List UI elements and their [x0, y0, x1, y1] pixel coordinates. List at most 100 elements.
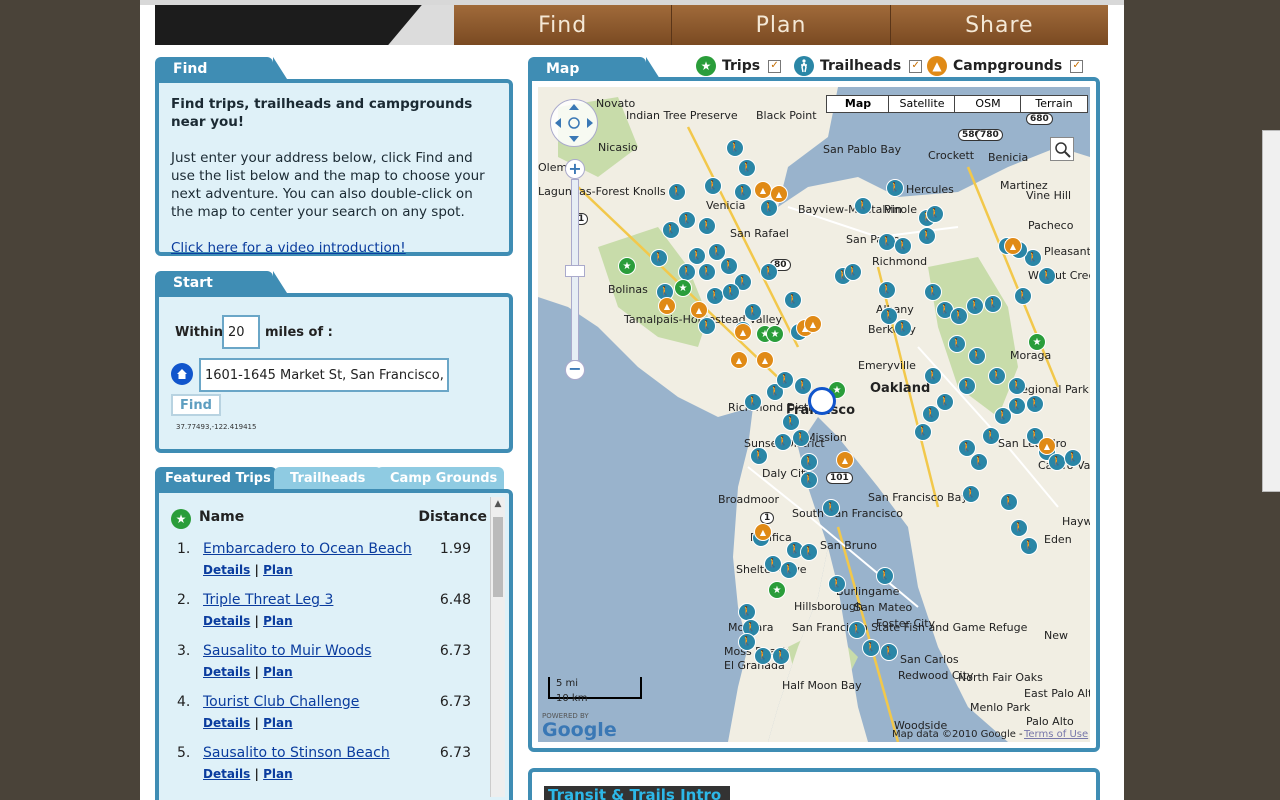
trailhead-marker-icon[interactable]: 🚶 — [1014, 287, 1032, 305]
trailhead-marker-icon[interactable]: 🚶 — [784, 291, 802, 309]
trailhead-marker-icon[interactable]: 🚶 — [698, 263, 716, 281]
trip-marker-icon[interactable]: ★ — [1028, 333, 1046, 351]
trailhead-marker-icon[interactable]: 🚶 — [1064, 449, 1082, 467]
trailhead-marker-icon[interactable]: 🚶 — [876, 567, 894, 585]
trailhead-marker-icon[interactable]: 🚶 — [668, 183, 686, 201]
legend-campgrounds[interactable]: ▲ Campgrounds ✓ — [927, 56, 1084, 76]
trailhead-marker-icon[interactable]: 🚶 — [688, 247, 706, 265]
maptype-map-button[interactable]: Map — [826, 95, 890, 113]
trailhead-marker-icon[interactable]: 🚶 — [1008, 397, 1026, 415]
trailhead-marker-icon[interactable]: 🚶 — [1008, 377, 1026, 395]
pan-control[interactable] — [550, 99, 598, 147]
trailhead-marker-icon[interactable]: 🚶 — [744, 303, 762, 321]
campground-marker-icon[interactable]: ▲ — [770, 185, 788, 203]
trip-name-link[interactable]: Sausalito to Muir Woods — [203, 643, 371, 659]
terms-link[interactable]: Terms of Use — [1024, 729, 1088, 740]
trailhead-marker-icon[interactable]: 🚶 — [984, 295, 1002, 313]
trailhead-marker-icon[interactable]: 🚶 — [754, 647, 772, 665]
campground-marker-icon[interactable]: ▲ — [756, 351, 774, 369]
trailhead-marker-icon[interactable]: 🚶 — [774, 433, 792, 451]
trailhead-marker-icon[interactable]: 🚶 — [772, 647, 790, 665]
trailhead-marker-icon[interactable]: 🚶 — [950, 307, 968, 325]
trailhead-marker-icon[interactable]: 🚶 — [922, 405, 940, 423]
campground-marker-icon[interactable]: ▲ — [754, 181, 772, 199]
trailhead-marker-icon[interactable]: 🚶 — [726, 139, 744, 157]
trip-name-link[interactable]: Triple Threat Leg 3 — [203, 592, 333, 608]
scroll-thumb[interactable] — [493, 517, 503, 597]
trailhead-marker-icon[interactable]: 🚶 — [894, 319, 912, 337]
trailhead-marker-icon[interactable]: 🚶 — [1010, 519, 1028, 537]
trailhead-marker-icon[interactable]: 🚶 — [800, 471, 818, 489]
trailhead-marker-icon[interactable]: 🚶 — [962, 485, 980, 503]
trip-details-link[interactable]: Details — [203, 716, 250, 730]
campgrounds-checkbox[interactable]: ✓ — [1070, 59, 1084, 73]
trip-plan-link[interactable]: Plan — [263, 716, 293, 730]
trailhead-marker-icon[interactable]: 🚶 — [936, 393, 954, 411]
trailhead-marker-icon[interactable]: 🚶 — [924, 367, 942, 385]
trips-checkbox[interactable]: ✓ — [768, 59, 782, 73]
zoom-out-button[interactable]: − — [565, 360, 585, 380]
trailhead-marker-icon[interactable]: 🚶 — [678, 211, 696, 229]
trailhead-marker-icon[interactable]: 🚶 — [878, 281, 896, 299]
trailhead-marker-icon[interactable]: 🚶 — [948, 335, 966, 353]
trip-name-link[interactable]: Embarcadero to Ocean Beach — [203, 541, 412, 557]
campground-marker-icon[interactable]: ▲ — [658, 297, 676, 315]
trip-marker-icon[interactable]: ★ — [766, 325, 784, 343]
trailhead-marker-icon[interactable]: 🚶 — [698, 317, 716, 335]
trailhead-marker-icon[interactable]: 🚶 — [862, 639, 880, 657]
trailhead-marker-icon[interactable]: 🚶 — [988, 367, 1006, 385]
trailhead-marker-icon[interactable]: 🚶 — [662, 221, 680, 239]
maptype-satellite-button[interactable]: Satellite — [888, 95, 956, 113]
nav-share[interactable]: Share — [889, 5, 1108, 45]
nav-plan[interactable]: Plan — [671, 5, 889, 45]
trip-marker-icon[interactable]: ★ — [768, 581, 786, 599]
zoom-slider-thumb[interactable] — [565, 265, 585, 277]
trailhead-marker-icon[interactable]: 🚶 — [722, 283, 740, 301]
trailhead-marker-icon[interactable]: 🚶 — [918, 227, 936, 245]
trailhead-marker-icon[interactable]: 🚶 — [822, 499, 840, 517]
trailhead-marker-icon[interactable]: 🚶 — [878, 233, 896, 251]
legend-trips[interactable]: ★ Trips ✓ — [696, 56, 782, 76]
trailhead-marker-icon[interactable]: 🚶 — [970, 453, 988, 471]
miles-input[interactable] — [222, 315, 260, 349]
trailhead-marker-icon[interactable]: 🚶 — [1020, 537, 1038, 555]
trailhead-marker-icon[interactable]: 🚶 — [780, 561, 798, 579]
trailhead-marker-icon[interactable]: 🚶 — [894, 237, 912, 255]
trailhead-marker-icon[interactable]: 🚶 — [886, 179, 904, 197]
trip-plan-link[interactable]: Plan — [263, 614, 293, 628]
trailhead-marker-icon[interactable]: 🚶 — [982, 427, 1000, 445]
maptype-osm-button[interactable]: OSM — [954, 95, 1022, 113]
trailhead-marker-icon[interactable]: 🚶 — [750, 447, 768, 465]
tab-trailheads[interactable]: Trailheads — [274, 467, 382, 489]
campground-marker-icon[interactable]: ▲ — [1038, 437, 1056, 455]
trip-plan-link[interactable]: Plan — [263, 665, 293, 679]
trailhead-marker-icon[interactable]: 🚶 — [828, 575, 846, 593]
trips-scrollbar[interactable]: ▲ — [490, 497, 505, 797]
campground-marker-icon[interactable]: ▲ — [730, 351, 748, 369]
trailhead-marker-icon[interactable]: 🚶 — [924, 283, 942, 301]
trailhead-marker-icon[interactable]: 🚶 — [848, 621, 866, 639]
trailhead-marker-icon[interactable]: 🚶 — [744, 393, 762, 411]
trailhead-marker-icon[interactable]: 🚶 — [926, 205, 944, 223]
trip-plan-link[interactable]: Plan — [263, 563, 293, 577]
trailhead-marker-icon[interactable]: 🚶 — [720, 257, 738, 275]
nav-find[interactable]: Find — [454, 5, 671, 45]
trailhead-marker-icon[interactable]: 🚶 — [734, 183, 752, 201]
trip-details-link[interactable]: Details — [203, 767, 250, 781]
campground-marker-icon[interactable]: ▲ — [690, 301, 708, 319]
campground-marker-icon[interactable]: ▲ — [804, 315, 822, 333]
trailheads-checkbox[interactable]: ✓ — [909, 59, 923, 73]
trailhead-marker-icon[interactable]: 🚶 — [968, 347, 986, 365]
trip-details-link[interactable]: Details — [203, 614, 250, 628]
trailhead-marker-icon[interactable]: 🚶 — [776, 371, 794, 389]
trailhead-marker-icon[interactable]: 🚶 — [738, 603, 756, 621]
trip-name-link[interactable]: Tourist Club Challenge — [203, 694, 359, 710]
address-input[interactable] — [199, 358, 449, 392]
trip-name-link[interactable]: Sausalito to Stinson Beach — [203, 745, 390, 761]
trip-plan-link[interactable]: Plan — [263, 767, 293, 781]
trip-marker-icon[interactable]: ★ — [674, 279, 692, 297]
trailhead-marker-icon[interactable]: 🚶 — [958, 377, 976, 395]
legend-trailheads[interactable]: Trailheads ✓ — [794, 56, 923, 76]
trailhead-marker-icon[interactable]: 🚶 — [914, 423, 932, 441]
find-button[interactable]: Find — [171, 394, 221, 416]
